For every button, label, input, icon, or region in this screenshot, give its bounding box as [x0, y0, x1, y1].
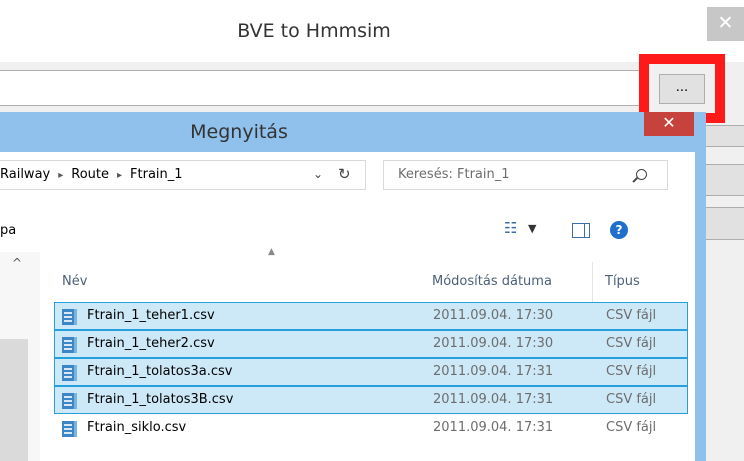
dialog-client-area: Railway ▸ Route ▸ Ftrain_1 ⌄ ↻ Keresés: Ftra…: [0, 152, 695, 461]
file-name: Ftrain_siklo.csv: [87, 420, 187, 435]
file-row[interactable]: Ftrain_1_teher1.csv 2011.09.04. 17:30 CS…: [54, 302, 688, 330]
file-row[interactable]: Ftrain_1_tolatos3B.csv 2011.09.04. 17:31…: [54, 386, 688, 414]
breadcrumb: Railway ▸ Route ▸ Ftrain_1: [0, 167, 183, 182]
dialog-title: Megnyitás: [190, 121, 288, 143]
breadcrumb-item-ftrain-1[interactable]: Ftrain_1: [130, 167, 183, 182]
view-options-icon[interactable]: ☷: [504, 219, 517, 237]
csv-file-icon: [62, 365, 77, 381]
breadcrumb-separator-icon[interactable]: ▸: [109, 170, 130, 181]
search-icon[interactable]: [636, 169, 647, 180]
file-date: 2011.09.04. 17:30: [433, 336, 554, 351]
file-type: CSV fájl: [606, 308, 657, 323]
csv-file-icon: [62, 337, 77, 353]
breadcrumb-item-railway[interactable]: Railway: [0, 167, 50, 182]
address-dropdown-icon[interactable]: ⌄: [313, 167, 323, 181]
file-type: CSV fájl: [606, 420, 657, 435]
search-input[interactable]: Keresés: Ftrain_1: [383, 160, 668, 190]
search-placeholder: Keresés: Ftrain_1: [398, 167, 510, 182]
breadcrumb-item-route[interactable]: Route: [71, 167, 109, 182]
dialog-title-bar: Megnyitás ✕: [0, 112, 706, 152]
side-button-1[interactable]: [706, 125, 744, 147]
refresh-icon[interactable]: ↻: [338, 165, 351, 183]
window-title: BVE to Hmmsim: [237, 20, 391, 42]
address-bar[interactable]: Railway ▸ Route ▸ Ftrain_1 ⌄ ↻: [0, 160, 366, 190]
navigation-pane: ^: [0, 252, 40, 461]
view-dropdown-icon[interactable]: ▼: [528, 222, 536, 235]
toolbar-organize-partial[interactable]: pa: [0, 223, 16, 238]
file-row[interactable]: Ftrain_1_tolatos3a.csv 2011.09.04. 17:31…: [54, 358, 688, 386]
column-header-date[interactable]: Módosítás dátuma: [432, 274, 552, 289]
side-button-3[interactable]: [706, 207, 744, 240]
column-header-type[interactable]: Típus: [605, 274, 640, 289]
window-title-bar: BVE to Hmmsim: [0, 0, 744, 62]
file-name: Ftrain_1_tolatos3a.csv: [87, 364, 233, 379]
nav-scrollbar-thumb[interactable]: [0, 339, 28, 461]
file-row[interactable]: Ftrain_1_teher2.csv 2011.09.04. 17:30 CS…: [54, 330, 688, 358]
preview-pane-icon[interactable]: [572, 223, 590, 238]
column-header-name[interactable]: Név: [62, 274, 87, 289]
path-input[interactable]: [0, 70, 650, 106]
dialog-close-button[interactable]: ✕: [644, 112, 694, 136]
file-name: Ftrain_1_teher2.csv: [87, 336, 215, 351]
window-close-button[interactable]: ✕: [707, 7, 744, 41]
file-date: 2011.09.04. 17:31: [433, 364, 554, 379]
csv-file-icon: [62, 393, 77, 409]
csv-file-icon: [62, 421, 77, 437]
help-icon[interactable]: ?: [610, 221, 628, 239]
scroll-up-icon[interactable]: ^: [12, 256, 22, 270]
file-list: Ftrain_1_teher1.csv 2011.09.04. 17:30 CS…: [54, 302, 688, 442]
file-date: 2011.09.04. 17:31: [433, 392, 554, 407]
sort-ascending-icon: ▲: [268, 247, 275, 257]
file-name: Ftrain_1_teher1.csv: [87, 308, 215, 323]
file-row[interactable]: Ftrain_siklo.csv 2011.09.04. 17:31 CSV f…: [54, 414, 688, 442]
file-date: 2011.09.04. 17:31: [433, 420, 554, 435]
side-button-2[interactable]: [706, 164, 744, 196]
file-type: CSV fájl: [606, 336, 657, 351]
file-date: 2011.09.04. 17:30: [433, 308, 554, 323]
column-divider[interactable]: [592, 262, 593, 302]
csv-file-icon: [62, 309, 77, 325]
breadcrumb-separator-icon[interactable]: ▸: [50, 170, 71, 181]
open-file-dialog: Megnyitás ✕ Railway ▸ Route ▸ Ftrain_1 ⌄ ↻ K…: [0, 112, 706, 461]
file-type: CSV fájl: [606, 364, 657, 379]
file-name: Ftrain_1_tolatos3B.csv: [87, 392, 234, 407]
file-type: CSV fájl: [606, 392, 657, 407]
browse-button[interactable]: ...: [659, 74, 705, 104]
